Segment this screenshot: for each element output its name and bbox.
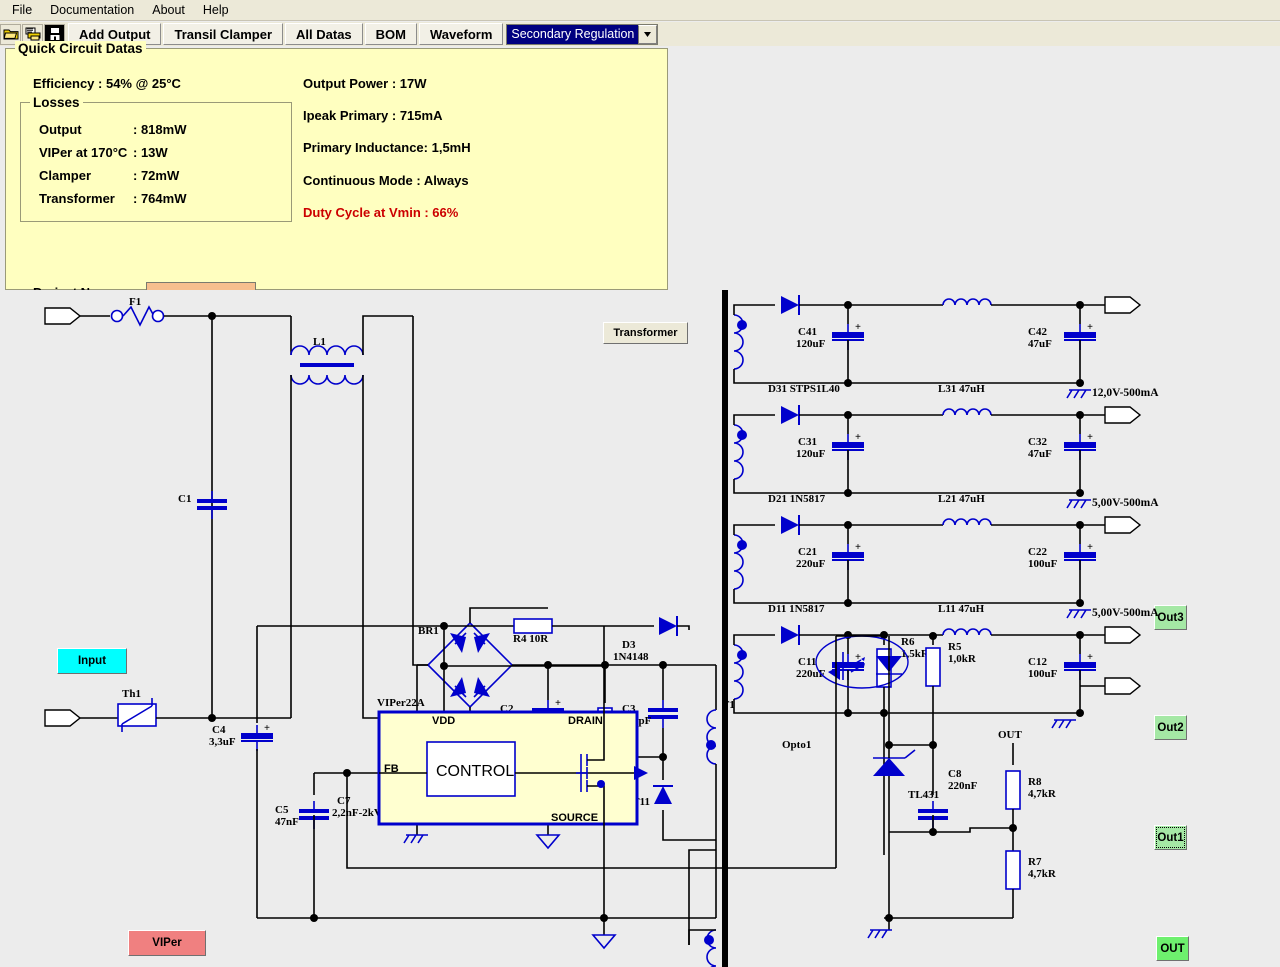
label-l11: L11 47uH (938, 603, 985, 615)
transil-clamper-button[interactable]: Transil Clamper (163, 23, 284, 45)
label-c1: C1 (178, 493, 191, 505)
label-c12-val: 100uF (1028, 668, 1058, 680)
all-datas-button[interactable]: All Datas (285, 23, 363, 45)
loss-viper-label: VIPer at 170°C (39, 145, 128, 160)
loss-viper-value: : 13W (133, 145, 168, 160)
label-d3: D3 (622, 639, 636, 651)
duty-cycle-value: Duty Cycle at Vmin : 66% (303, 205, 459, 220)
loss-clamper-value: : 72mW (133, 168, 180, 183)
label-c42: C42 (1028, 326, 1047, 338)
label-c32-val: 47uF (1028, 448, 1052, 460)
loss-output-value: : 818mW (133, 122, 187, 137)
loss-transformer-label: Transformer (39, 191, 115, 206)
loss-clamper-label: Clamper (39, 168, 92, 183)
menu-item-file[interactable]: File (3, 1, 41, 19)
label-c8: C8 (948, 768, 962, 780)
label-c7-val: 2,2nF-2kV (332, 807, 382, 819)
quick-circuit-datas-panel: Quick Circuit Datas Efficiency : 54% @ 2… (5, 41, 668, 301)
losses-group: Losses Output : 818mW VIPer at 170°C : 1… (20, 95, 292, 222)
regulation-mode-select[interactable]: Secondary Regulation (506, 23, 659, 45)
label-c5-val: 47nF (275, 816, 299, 828)
schematic-canvas[interactable]: Input Transformer VIPer Out3 Out2 Out1 O… (0, 290, 1280, 967)
menu-item-documentation[interactable]: Documentation (41, 1, 143, 19)
continuous-mode-value: Continuous Mode : Always (303, 173, 469, 188)
schematic-svg: .w{stroke:#000;stroke-width:1.6;fill:non… (44, 290, 1159, 967)
label-c12: C12 (1028, 656, 1047, 668)
ic-pin-drain: DRAIN (568, 715, 603, 727)
label-r7: R7 (1028, 856, 1042, 868)
chevron-down-icon[interactable] (638, 24, 658, 44)
quick-circuit-datas-title: Quick Circuit Datas (15, 41, 146, 56)
label-c41: C41 (798, 326, 817, 338)
primary-inductance-value: Primary Inductance: 1,5mH (303, 140, 471, 155)
bom-button[interactable]: BOM (364, 23, 418, 45)
label-d31: D31 STPS1L40 (768, 383, 840, 395)
label-l21: L21 47uH (938, 493, 985, 505)
label-l31: L31 47uH (938, 383, 985, 395)
label-tl431: TL431 (908, 789, 939, 801)
label-r6: R6 (901, 636, 915, 648)
label-c41-val: 120uF (796, 338, 826, 350)
label-c32: C32 (1028, 436, 1047, 448)
label-viper22a: VIPer22A (377, 697, 425, 709)
label-c8-val: 220nF (948, 780, 978, 792)
ipeak-primary-value: Ipeak Primary : 715mA (303, 108, 443, 123)
output-rating-0: 5,00V-500mA (1092, 607, 1159, 619)
label-f1: F1 (129, 296, 141, 308)
label-r8-val: 4,7kR (1028, 788, 1057, 800)
label-t1: T1 (722, 699, 735, 711)
loss-transformer-value: : 764mW (133, 191, 187, 206)
label-c31: C31 (798, 436, 817, 448)
regulation-mode-value: Secondary Regulation (507, 24, 639, 44)
label-r5: R5 (948, 641, 962, 653)
label-c4-val: 3,3uF (209, 736, 236, 748)
menu-item-help[interactable]: Help (194, 1, 238, 19)
label-d21: D21 1N5817 (768, 493, 826, 505)
label-c22-val: 100uF (1028, 558, 1058, 570)
ic-pin-source: SOURCE (551, 812, 598, 824)
label-d11: D11 1N5817 (768, 603, 825, 615)
output-rating-1: 5,00V-500mA (1092, 497, 1159, 509)
label-c22: C22 (1028, 546, 1047, 558)
loss-output-label: Output (39, 122, 82, 137)
output-power-value: Output Power : 17W (303, 76, 427, 91)
losses-title: Losses (30, 95, 83, 110)
label-r5-val: 1,0kR (948, 653, 977, 665)
label-c11: C11 (798, 656, 816, 668)
menu-bar: File Documentation About Help (0, 0, 1280, 21)
ic-control-block-label: CONTROL (436, 763, 514, 780)
ic-pin-vdd: VDD (432, 715, 455, 727)
waveform-button[interactable]: Waveform (419, 23, 504, 45)
label-r8: R8 (1028, 776, 1042, 788)
label-r4: R4 10R (513, 633, 549, 645)
label-c31-val: 120uF (796, 448, 826, 460)
output-rating-2: 12,0V-500mA (1092, 387, 1159, 399)
toolbar: Add Output Transil Clamper All Datas BOM… (0, 22, 1280, 46)
label-c21: C21 (798, 546, 817, 558)
label-th1: Th1 (122, 688, 141, 700)
label-c7: C7 (337, 795, 351, 807)
label-r7-val: 4,7kR (1028, 868, 1057, 880)
label-c4: C4 (212, 724, 226, 736)
label-c21-val: 220uF (796, 558, 826, 570)
label-l1: L1 (313, 336, 326, 348)
label-c5: C5 (275, 804, 289, 816)
label-d3-val: 1N4148 (613, 651, 649, 663)
label-opto1: Opto1 (782, 739, 811, 751)
label-c42-val: 47uF (1028, 338, 1052, 350)
label-out-node: OUT (998, 729, 1023, 741)
menu-item-about[interactable]: About (143, 1, 194, 19)
efficiency-value: Efficiency : 54% @ 25°C (33, 76, 181, 91)
